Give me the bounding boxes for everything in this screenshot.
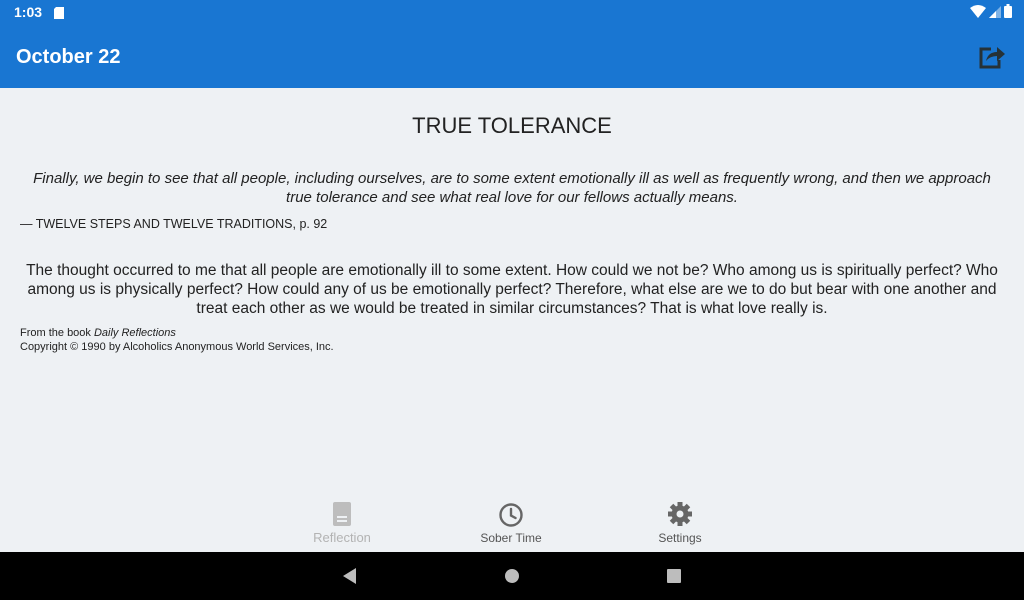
recents-icon	[667, 569, 681, 583]
signal-icon	[989, 5, 1001, 23]
recents-button[interactable]	[664, 566, 684, 586]
status-time: 1:03	[14, 4, 43, 20]
copyright-text: Copyright © 1990 by Alcoholics Anonymous…	[20, 341, 334, 353]
battery-icon	[1004, 4, 1012, 23]
home-button[interactable]	[502, 566, 522, 586]
back-icon	[343, 568, 356, 584]
book-credit: From the book Daily Reflections Copyrigh…	[20, 326, 334, 354]
nav-sober-time-label: Sober Time	[480, 531, 542, 545]
reflection-title: TRUE TOLERANCE	[412, 113, 612, 138]
nav-sober-time[interactable]: Sober Time	[451, 498, 571, 552]
sd-card-icon	[54, 6, 64, 24]
reflection-quote: Finally, we begin to see that all people…	[33, 170, 991, 206]
share-icon	[979, 47, 1005, 69]
nav-reflection-label: Reflection	[313, 530, 371, 545]
app-screen: 1:03 October 22 TRUE TOLERANCE Finally, …	[0, 0, 1024, 600]
status-bar: 1:03	[0, 0, 1024, 24]
book-credit-prefix: From the book	[20, 327, 94, 339]
home-icon	[505, 569, 519, 583]
quote-source: — TWELVE STEPS AND TWELVE TRADITIONS, p.…	[20, 217, 328, 231]
system-navigation-bar	[0, 552, 1024, 600]
book-title: Daily Reflections	[93, 327, 176, 339]
bottom-navigation: Reflection Sober Time Settings	[0, 498, 1024, 552]
share-button[interactable]	[978, 44, 1006, 70]
back-button[interactable]	[340, 566, 360, 586]
status-indicators	[970, 4, 1012, 23]
page-title: October 22	[16, 46, 121, 68]
nav-reflection[interactable]: Reflection	[282, 498, 402, 552]
reflection-body: The thought occurred to me that all peop…	[26, 262, 998, 317]
wifi-icon	[970, 4, 986, 23]
book-icon	[333, 502, 351, 526]
clock-icon	[499, 503, 523, 527]
reflection-content: TRUE TOLERANCE Finally, we begin to see …	[0, 88, 1024, 498]
app-bar: October 22	[0, 24, 1024, 88]
nav-settings[interactable]: Settings	[620, 498, 740, 552]
gear-icon	[668, 502, 692, 526]
nav-settings-label: Settings	[658, 531, 702, 545]
